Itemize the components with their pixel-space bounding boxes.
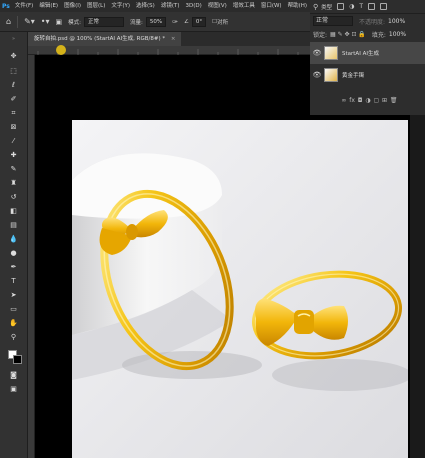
fill-input[interactable]: 100% [389, 31, 406, 38]
angle-input[interactable]: 0° [191, 16, 207, 27]
blend-row: 正常 不透明度: 100% [310, 14, 425, 28]
angle-icon: ∠ [183, 18, 189, 25]
crop-icon[interactable]: ⌗ [8, 108, 19, 119]
visibility-eye-icon[interactable]: 👁 [310, 49, 324, 57]
layer-row[interactable]: 👁 StartAI AI生成 [310, 42, 425, 64]
frame-icon[interactable]: ⊠ [8, 122, 19, 133]
tool-preset-icon[interactable]: ✎▾ [24, 17, 35, 26]
opacity-input[interactable]: 100% [388, 18, 405, 25]
mode-dropdown[interactable]: 正常 [84, 16, 125, 27]
marquee-icon[interactable]: ⬚ [8, 66, 19, 77]
menu-3d[interactable]: 3D(D) [182, 0, 204, 12]
document-tab[interactable]: 旋转自拍.psd @ 100% (StartAI AI生成, RGB/8#) *… [28, 32, 182, 46]
vertical-ruler[interactable] [28, 55, 35, 458]
pen-icon[interactable]: ✒ [8, 262, 19, 273]
visibility-eye-icon[interactable]: 👁 [310, 71, 324, 79]
type-filter-icon[interactable]: T [359, 3, 363, 10]
menu-bar: Ps 文件(F) 编辑(E) 图像(I) 图层(L) 文字(Y) 选择(S) 滤… [0, 0, 310, 12]
hand-icon[interactable]: ✋ [8, 318, 19, 329]
document-tab-title: 旋转自拍.psd @ 100% (StartAI AI生成, RGB/8#) * [34, 36, 166, 42]
menu-plugins[interactable]: 增效工具 [230, 0, 258, 12]
adjustment-layer-icon[interactable]: ◑ [365, 97, 370, 104]
collapse-toolbar-icon[interactable]: » [8, 34, 19, 45]
lasso-icon[interactable]: ℓ [8, 80, 19, 91]
layer-style-icon[interactable]: fx [349, 97, 355, 104]
layer-name[interactable]: 黄金手镯 [342, 71, 364, 79]
photoshop-logo[interactable]: Ps [0, 0, 12, 12]
brush-icon[interactable]: ✎ [8, 164, 19, 175]
layer-filter-row: ⚲ 类型 ◑ T [310, 0, 425, 14]
move-tool-icon[interactable]: ✥ [8, 51, 19, 62]
dodge-icon[interactable]: ● [8, 248, 19, 259]
smart-object-filter-icon[interactable] [380, 3, 388, 10]
add-mask-icon[interactable]: ◘ [358, 97, 363, 104]
fill-label: 填充: [371, 32, 386, 39]
delete-layer-icon[interactable]: 🗑 [390, 97, 398, 104]
quick-mask-icon[interactable]: ◙ [8, 370, 19, 381]
history-brush-icon[interactable]: ↺ [8, 192, 19, 203]
lock-label: 锁定: [313, 32, 328, 39]
zoom-icon[interactable]: ⚲ [8, 332, 19, 343]
menu-layer[interactable]: 图层(L) [84, 0, 108, 12]
brush-preset-icon[interactable]: •▾ [41, 17, 50, 26]
layer-thumbnail [324, 68, 338, 82]
close-tab-icon[interactable]: × [171, 36, 176, 42]
layers-panel: ⚲ 类型 ◑ T 正常 不透明度: 100% 锁定: ▦ ✎ ✥ ⊡ 🔒 填充:… [310, 0, 425, 115]
layer-thumbnail [324, 46, 338, 60]
menu-filter[interactable]: 滤镜(T) [158, 0, 183, 12]
healing-icon[interactable]: ✚ [8, 150, 19, 161]
mode-label: 模式: 正常 [68, 16, 125, 27]
rectangle-icon[interactable]: ▭ [8, 304, 19, 315]
quick-select-icon[interactable]: ✐ [8, 94, 19, 105]
screen-mode-icon[interactable]: ▣ [8, 384, 19, 395]
brush-settings-icon[interactable]: ▣ [56, 18, 63, 26]
flow-label: 流量: 50% [130, 16, 167, 27]
search-icon[interactable]: ⚲ [313, 3, 318, 11]
gradient-icon[interactable]: ▤ [8, 220, 19, 231]
layer-row[interactable]: 👁 黄金手镯 [310, 64, 425, 86]
layer-kind-filter[interactable]: 类型 [321, 3, 332, 11]
menu-image[interactable]: 图像(I) [61, 0, 84, 12]
scrollbar-area[interactable] [410, 115, 425, 458]
new-layer-icon[interactable]: ⊞ [382, 97, 387, 104]
path-select-icon[interactable]: ➤ [8, 290, 19, 301]
blend-mode-dropdown[interactable]: 正常 [313, 16, 353, 26]
link-layers-icon[interactable]: ∞ [341, 97, 346, 104]
opacity-label: 不透明度: [359, 18, 386, 26]
menu-window[interactable]: 窗口(W) [258, 0, 285, 12]
background-color-swatch[interactable] [13, 355, 22, 364]
sample-label: ☐ 对所 [212, 18, 229, 26]
home-icon[interactable]: ⌂ [6, 17, 11, 26]
flow-input[interactable]: 50% [145, 16, 167, 27]
layers-panel-footer: ∞ fx ◘ ◑ ▢ ⊞ 🗑 [310, 93, 425, 107]
document-tab-bar: 旋转自拍.psd @ 100% (StartAI AI生成, RGB/8#) *… [28, 32, 310, 46]
ring-photo [72, 120, 408, 458]
eraser-icon[interactable]: ◧ [8, 206, 19, 217]
document-canvas-image[interactable] [72, 120, 408, 458]
options-bar: ⌂ ✎▾ •▾ ▣ 模式: 正常 流量: 50% ✑ ∠ 0° ☐ 对所 [0, 12, 310, 32]
menu-select[interactable]: 选择(S) [133, 0, 158, 12]
divider [17, 15, 19, 28]
adjustment-filter-icon[interactable]: ◑ [349, 3, 354, 10]
brush-cursor [56, 45, 66, 55]
tools-panel: » ✥ A ⬚ ℓ ✐ ⌗ ⊠ ⁄ ✚ ✎ ♜ ↺ ◧ ▤ 💧 ● ✒ T ➤ … [0, 32, 41, 458]
menu-file[interactable]: 文件(F) [12, 0, 36, 12]
eyedropper-icon[interactable]: ⁄ [8, 136, 19, 147]
clone-stamp-icon[interactable]: ♜ [8, 178, 19, 189]
shape-filter-icon[interactable] [368, 3, 376, 10]
lock-row: 锁定: ▦ ✎ ✥ ⊡ 🔒 填充: 100% [310, 28, 425, 41]
menu-view[interactable]: 视图(V) [205, 0, 230, 12]
layer-name[interactable]: StartAI AI生成 [342, 49, 379, 57]
menu-help[interactable]: 帮助(H) [285, 0, 310, 12]
type-icon[interactable]: T [8, 276, 19, 287]
menu-type[interactable]: 文字(Y) [108, 0, 133, 12]
pixel-filter-icon[interactable] [337, 3, 345, 10]
blur-icon[interactable]: 💧 [8, 234, 19, 245]
airbrush-icon[interactable]: ✑ [172, 18, 178, 26]
lock-icons[interactable]: ▦ ✎ ✥ ⊡ 🔒 [330, 31, 366, 38]
menu-edit[interactable]: 编辑(E) [36, 0, 61, 12]
angle-label: ∠ 0° [183, 16, 207, 27]
new-group-icon[interactable]: ▢ [373, 97, 379, 104]
